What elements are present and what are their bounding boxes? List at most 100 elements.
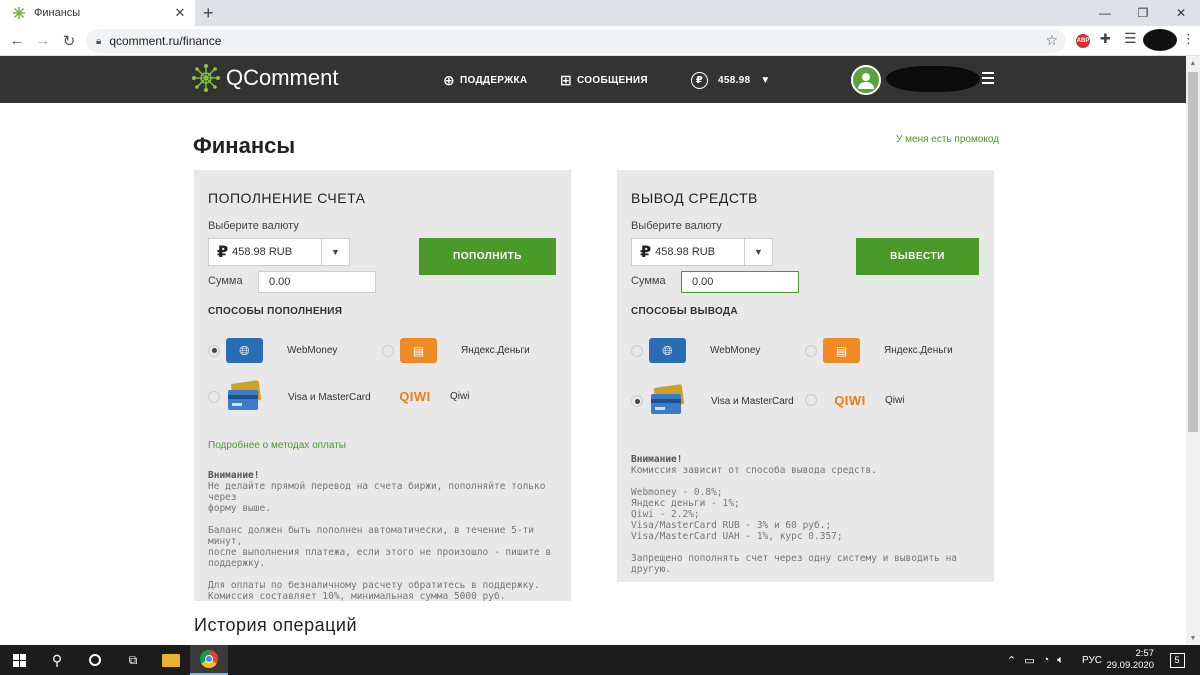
withdraw-sum-input[interactable]: 0.00 [681,271,799,293]
back-icon[interactable]: ← [4,32,30,49]
messages-link[interactable]: ⊞ СООБЩЕНИЯ [560,72,648,89]
extensions-puzzle-icon[interactable]: ✚ [1100,31,1111,47]
scroll-down-icon[interactable]: ▼ [1186,631,1200,645]
notice-title: Внимание! [631,454,683,465]
ruble-icon: ₽ [640,244,652,261]
radio-unselected[interactable] [805,344,817,357]
deposit-method-webmoney[interactable]: 🌐︎ WebMoney [208,338,337,363]
promo-code-link[interactable]: У меня есть промокод [896,134,999,145]
deposit-notice: Внимание! Не делайте прямой перевод на с… [208,470,563,602]
browser-menu-icon[interactable]: ⋮ [1182,31,1195,47]
radio-selected[interactable] [208,344,220,357]
method-label: Visa и MasterCard [288,391,371,403]
deposit-currency-select[interactable]: ₽ 458.98 RUB ▼ [208,238,350,266]
scroll-up-icon[interactable]: ▲ [1186,56,1200,70]
hamburger-menu-icon[interactable] [982,72,994,87]
search-icon[interactable]: ⚲ [38,645,76,675]
close-window-button[interactable]: ✕ [1162,0,1200,26]
chrome-taskbar-icon[interactable] [190,645,228,675]
file-explorer-icon[interactable] [152,645,190,675]
deposit-currency-label: Выберите валюту [208,220,299,232]
yandex-money-wallet-icon: ▤ [400,338,437,363]
withdraw-currency-label: Выберите валюту [631,220,722,232]
start-button[interactable] [0,645,38,675]
deposit-method-qiwi[interactable]: QIWI Qiwi [382,386,469,406]
ruble-icon: ₽ [217,244,229,261]
cortana-icon[interactable] [76,645,114,675]
address-bar[interactable]: 🔒︎ qcomment.ru/finance ☆ [86,29,1066,53]
lock-icon[interactable]: 🔒︎ [96,36,101,47]
radio-unselected[interactable] [382,344,394,357]
ruble-icon: ₽ [691,72,708,89]
url-text[interactable]: qcomment.ru/finance [109,34,221,48]
chevron-down-icon: ▼ [760,75,771,86]
yandex-money-wallet-icon: ▤ [823,338,860,363]
lifebuoy-icon: ⊕ [443,72,456,88]
user-avatar[interactable] [851,65,881,95]
withdraw-heading: ВЫВОД СРЕДСТВ [631,190,758,206]
new-tab-button[interactable]: + [203,3,214,24]
notice-text: Не делайте прямой перевод на счета биржи… [208,481,546,514]
method-label: Qiwi [450,390,470,402]
qiwi-logo-icon: QIWI [399,388,431,404]
deposit-heading: ПОПОЛНЕНИЕ СЧЕТА [208,190,366,206]
withdraw-currency-select[interactable]: ₽ 458.98 RUB ▼ [631,238,773,266]
radio-selected[interactable] [631,395,643,407]
tab-title: Финансы [34,7,81,19]
payment-methods-info-link[interactable]: Подробнее о методах оплаты [208,440,346,451]
battery-icon[interactable]: ▭ [1024,654,1034,667]
volume-icon[interactable]: 🔈︎ [1057,654,1064,667]
withdraw-method-yandex[interactable]: ▤ Яндекс.Деньги [805,338,953,363]
notification-center-icon[interactable]: 5 [1165,645,1189,675]
username-redacted[interactable] [886,66,980,92]
deposit-sum-input[interactable]: 0.00 [258,271,376,293]
radio-unselected[interactable] [208,391,220,403]
withdraw-method-card[interactable]: Visa и MasterCard [631,384,794,418]
withdraw-notice: Внимание! Комиссия зависит от способа вы… [631,454,986,575]
bank-card-icon [651,384,684,414]
method-label: Яндекс.Деньги [461,345,530,356]
support-link[interactable]: ⊕ ПОДДЕРЖКА [443,72,527,89]
method-label: Visa и MasterCard [711,395,794,407]
radio-unselected[interactable] [805,394,817,406]
forward-icon[interactable]: → [30,32,56,49]
fees-list: Webmoney - 0.8%; Яндекс деньги - 1%; Qiw… [631,487,843,542]
withdraw-method-qiwi[interactable]: QIWI Qiwi [805,390,904,410]
page-scrollbar[interactable]: ▲ ▼ [1186,56,1200,645]
chevron-down-icon[interactable]: ▼ [321,239,349,265]
tab-close-icon[interactable]: ✕ [171,5,189,21]
language-indicator[interactable]: РУС [1082,645,1102,675]
withdraw-button[interactable]: ВЫВЕСТИ [856,238,979,275]
radio-unselected[interactable] [631,344,643,357]
qiwi-logo-icon: QIWI [834,392,866,408]
notice-text: Комиссия зависит от способа вывода средс… [631,465,877,476]
maximize-button[interactable]: ❐ [1124,0,1162,26]
withdraw-method-webmoney[interactable]: 🌐︎ WebMoney [631,338,760,363]
reading-list-icon[interactable]: ☰ [1124,30,1137,47]
webmoney-icon: 🌐︎ [226,338,263,363]
network-icon[interactable]: ◔ [1043,654,1050,666]
browser-profile-avatar[interactable] [1143,29,1177,51]
clock[interactable]: 2:57 29.09.2020 [1106,645,1154,675]
browser-tab[interactable]: Финансы ✕ [0,0,195,26]
reload-icon[interactable]: ↻ [56,32,82,50]
support-label: ПОДДЕРЖКА [460,75,528,86]
window-controls: — ❐ ✕ [1086,0,1200,26]
site-logo[interactable]: QComment [192,64,338,92]
deposit-method-yandex[interactable]: ▤ Яндекс.Деньги [382,338,530,363]
deposit-button[interactable]: ПОПОЛНИТЬ [419,238,556,275]
qcomment-logo-icon [192,64,220,92]
notice-text: Запрещено пополнять счет через одну сист… [631,553,958,575]
balance-dropdown[interactable]: ₽ 458.98 ▼ [691,72,771,89]
adblock-extension-icon[interactable]: ABP [1076,34,1090,48]
deposit-method-card[interactable]: Visa и MasterCard [208,380,371,414]
notification-count: 5 [1169,652,1185,668]
windows-logo-icon [12,653,26,667]
show-hidden-icons-icon[interactable]: ⌃ [1007,654,1016,667]
chevron-down-icon[interactable]: ▼ [744,239,772,265]
task-view-icon[interactable]: ⧉ [114,645,152,675]
bookmark-star-icon[interactable]: ☆ [1045,32,1058,49]
deposit-currency-value: 458.98 RUB [232,246,293,258]
scrollbar-thumb[interactable] [1188,72,1198,432]
minimize-button[interactable]: — [1086,0,1124,26]
